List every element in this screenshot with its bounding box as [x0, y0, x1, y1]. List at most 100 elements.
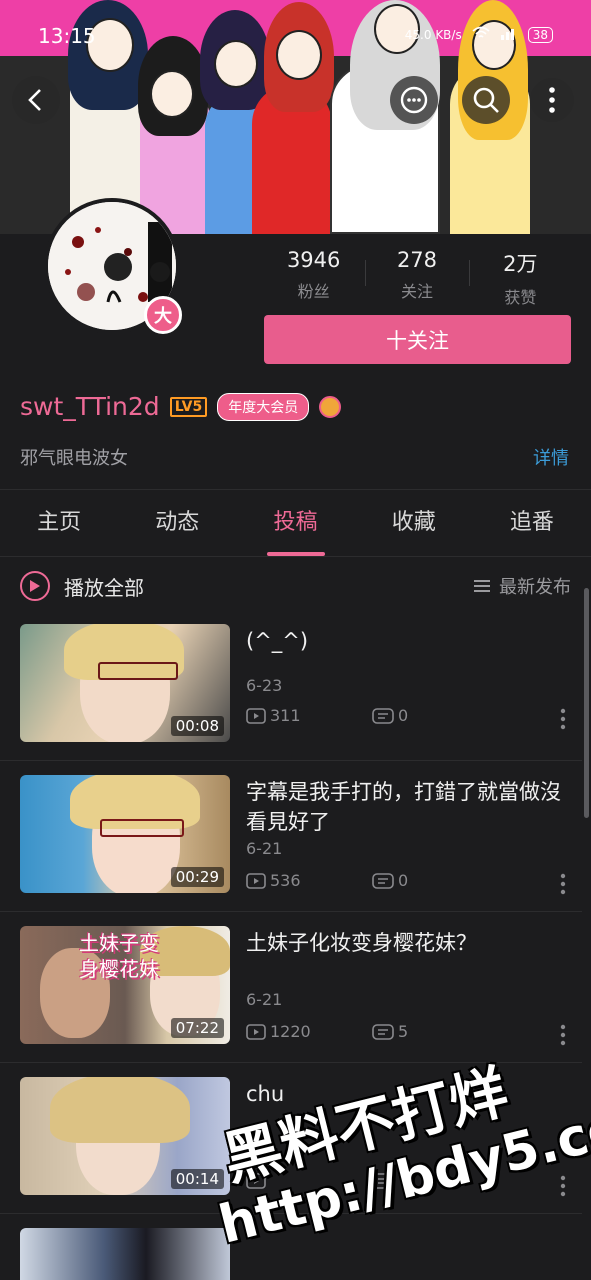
video-item[interactable]: 土妹子变身樱花妹 07:22 土妹子化妆变身樱花妹？ 6-21 1220 5: [0, 912, 582, 1063]
views-group: 1220: [246, 1022, 372, 1041]
sort-button[interactable]: 最新发布: [473, 573, 571, 599]
comment-count: 0: [398, 706, 409, 725]
stat-value: 2万: [503, 252, 538, 276]
profile-tabs: 主页 动态 投稿 收藏 追番: [0, 489, 591, 557]
views-group: [246, 1173, 372, 1189]
video-title: 字幕是我手打的，打錯了就當做沒看見好了: [246, 780, 561, 834]
comment-count: 5: [398, 1022, 409, 1041]
video-meta: 1220 5: [246, 1022, 498, 1041]
video-thumbnail[interactable]: 00:29: [20, 775, 230, 893]
video-date: 6-23: [246, 676, 283, 695]
video-title: 土妹子化妆变身樱花妹？: [246, 931, 477, 955]
back-button[interactable]: [12, 76, 60, 124]
stat-following[interactable]: 278 关注: [365, 248, 468, 308]
video-item[interactable]: 00:08 (^_^) 6-23 311 0: [0, 610, 582, 761]
wifi-icon: [472, 26, 490, 43]
more-vertical-icon[interactable]: [560, 1175, 566, 1197]
comment-icon: [372, 1173, 394, 1189]
vip-badge[interactable]: 年度大会员: [217, 392, 310, 421]
comment-icon: [372, 707, 394, 724]
banner-character-face: [150, 70, 194, 118]
signal-icon: [500, 26, 518, 43]
video-item[interactable]: [0, 1214, 582, 1280]
message-button[interactable]: [390, 76, 438, 124]
username: swt_TTin2d: [20, 392, 160, 421]
play-count-icon: [246, 1173, 266, 1189]
video-item[interactable]: 00:29 字幕是我手打的，打錯了就當做沒看見好了 6-21 536 0: [0, 761, 582, 912]
badge-big-member: 大: [144, 296, 182, 334]
video-duration: 07:22: [170, 1018, 224, 1038]
video-meta: [246, 1173, 498, 1189]
play-all-label: 播放全部: [64, 575, 144, 600]
profile-stats: 3946 粉丝 278 关注 2万 获赞: [262, 248, 572, 308]
stat-value: 278: [396, 248, 438, 272]
comments-group: 0: [372, 706, 498, 725]
stat-label: 获赞: [504, 288, 537, 307]
play-count-icon: [246, 707, 266, 724]
view-count: 536: [270, 871, 301, 890]
video-title: chu: [246, 1082, 285, 1106]
status-time: 13:15: [38, 24, 96, 48]
video-thumbnail[interactable]: 00:08: [20, 624, 230, 742]
video-date: 6-21: [246, 990, 283, 1009]
video-duration: 00:08: [170, 716, 224, 736]
tab-favorites[interactable]: 收藏: [355, 490, 473, 556]
video-date: 6-21: [246, 839, 283, 858]
name-row: swt_TTin2d LV5 年度大会员: [20, 392, 342, 421]
chat-bubble-icon: [400, 86, 428, 114]
tab-bangumi[interactable]: 追番: [473, 490, 591, 556]
scrollbar[interactable]: [584, 588, 589, 818]
view-count: 311: [270, 706, 301, 725]
detail-link[interactable]: 详情: [533, 444, 569, 470]
video-thumbnail[interactable]: [20, 1228, 230, 1280]
sort-label: 最新发布: [499, 577, 571, 598]
video-thumbnail[interactable]: 土妹子变身樱花妹 07:22: [20, 926, 230, 1044]
medal-icon[interactable]: [319, 395, 342, 418]
stat-value: 3946: [286, 248, 341, 272]
comments-group: 0: [372, 871, 498, 890]
search-button[interactable]: [462, 76, 510, 124]
comment-icon: [372, 1023, 394, 1040]
level-badge: LV5: [169, 396, 208, 417]
more-vertical-icon[interactable]: [560, 873, 566, 895]
views-group: 536: [246, 871, 372, 890]
views-group: 311: [246, 706, 372, 725]
thumb-glasses: [98, 662, 178, 680]
thumb-caption: 土妹子变身樱花妹: [79, 931, 159, 981]
menu-icon: [474, 580, 490, 592]
stat-label: 关注: [400, 282, 433, 301]
tab-home[interactable]: 主页: [0, 490, 118, 556]
play-all-button[interactable]: 播放全部: [20, 571, 144, 601]
more-vertical-icon[interactable]: [560, 1024, 566, 1046]
comment-count: 0: [398, 871, 409, 890]
comments-group: 5: [372, 1022, 498, 1041]
video-meta: 311 0: [246, 706, 498, 725]
stat-label: 粉丝: [297, 282, 330, 301]
more-vertical-icon[interactable]: [560, 708, 566, 730]
battery-icon: 38: [527, 26, 553, 43]
video-meta: 536 0: [246, 871, 498, 890]
thumb-hair: [50, 1077, 190, 1143]
tab-uploads[interactable]: 投稿: [236, 490, 354, 556]
stat-likes[interactable]: 2万 获赞: [468, 248, 572, 308]
net-speed: 45.0 KB/s: [404, 27, 462, 42]
video-title: (^_^): [246, 629, 309, 653]
play-icon: [20, 571, 50, 601]
view-count: 1220: [270, 1022, 311, 1041]
profile-section: 大 3946 粉丝 278 关注 2万 获赞 十关注 swt_TTin2d LV…: [0, 198, 591, 489]
more-button[interactable]: [530, 78, 574, 122]
bio: 邪气眼电波女: [20, 448, 128, 469]
video-item[interactable]: 00:14 chu: [0, 1063, 582, 1214]
status-bar: 13:15 45.0 KB/s 38: [0, 20, 591, 52]
list-header: 播放全部 最新发布: [0, 557, 591, 613]
status-icons: 45.0 KB/s 38: [405, 26, 553, 43]
video-duration: 00:29: [170, 867, 224, 887]
video-duration: 00:14: [170, 1169, 224, 1189]
tab-dynamics[interactable]: 动态: [118, 490, 236, 556]
play-count-icon: [246, 872, 266, 889]
follow-button[interactable]: 十关注: [264, 315, 571, 364]
stat-followers[interactable]: 3946 粉丝: [262, 248, 365, 308]
chevron-left-icon: [28, 89, 41, 111]
video-thumbnail[interactable]: 00:14: [20, 1077, 230, 1195]
play-count-icon: [246, 1023, 266, 1040]
